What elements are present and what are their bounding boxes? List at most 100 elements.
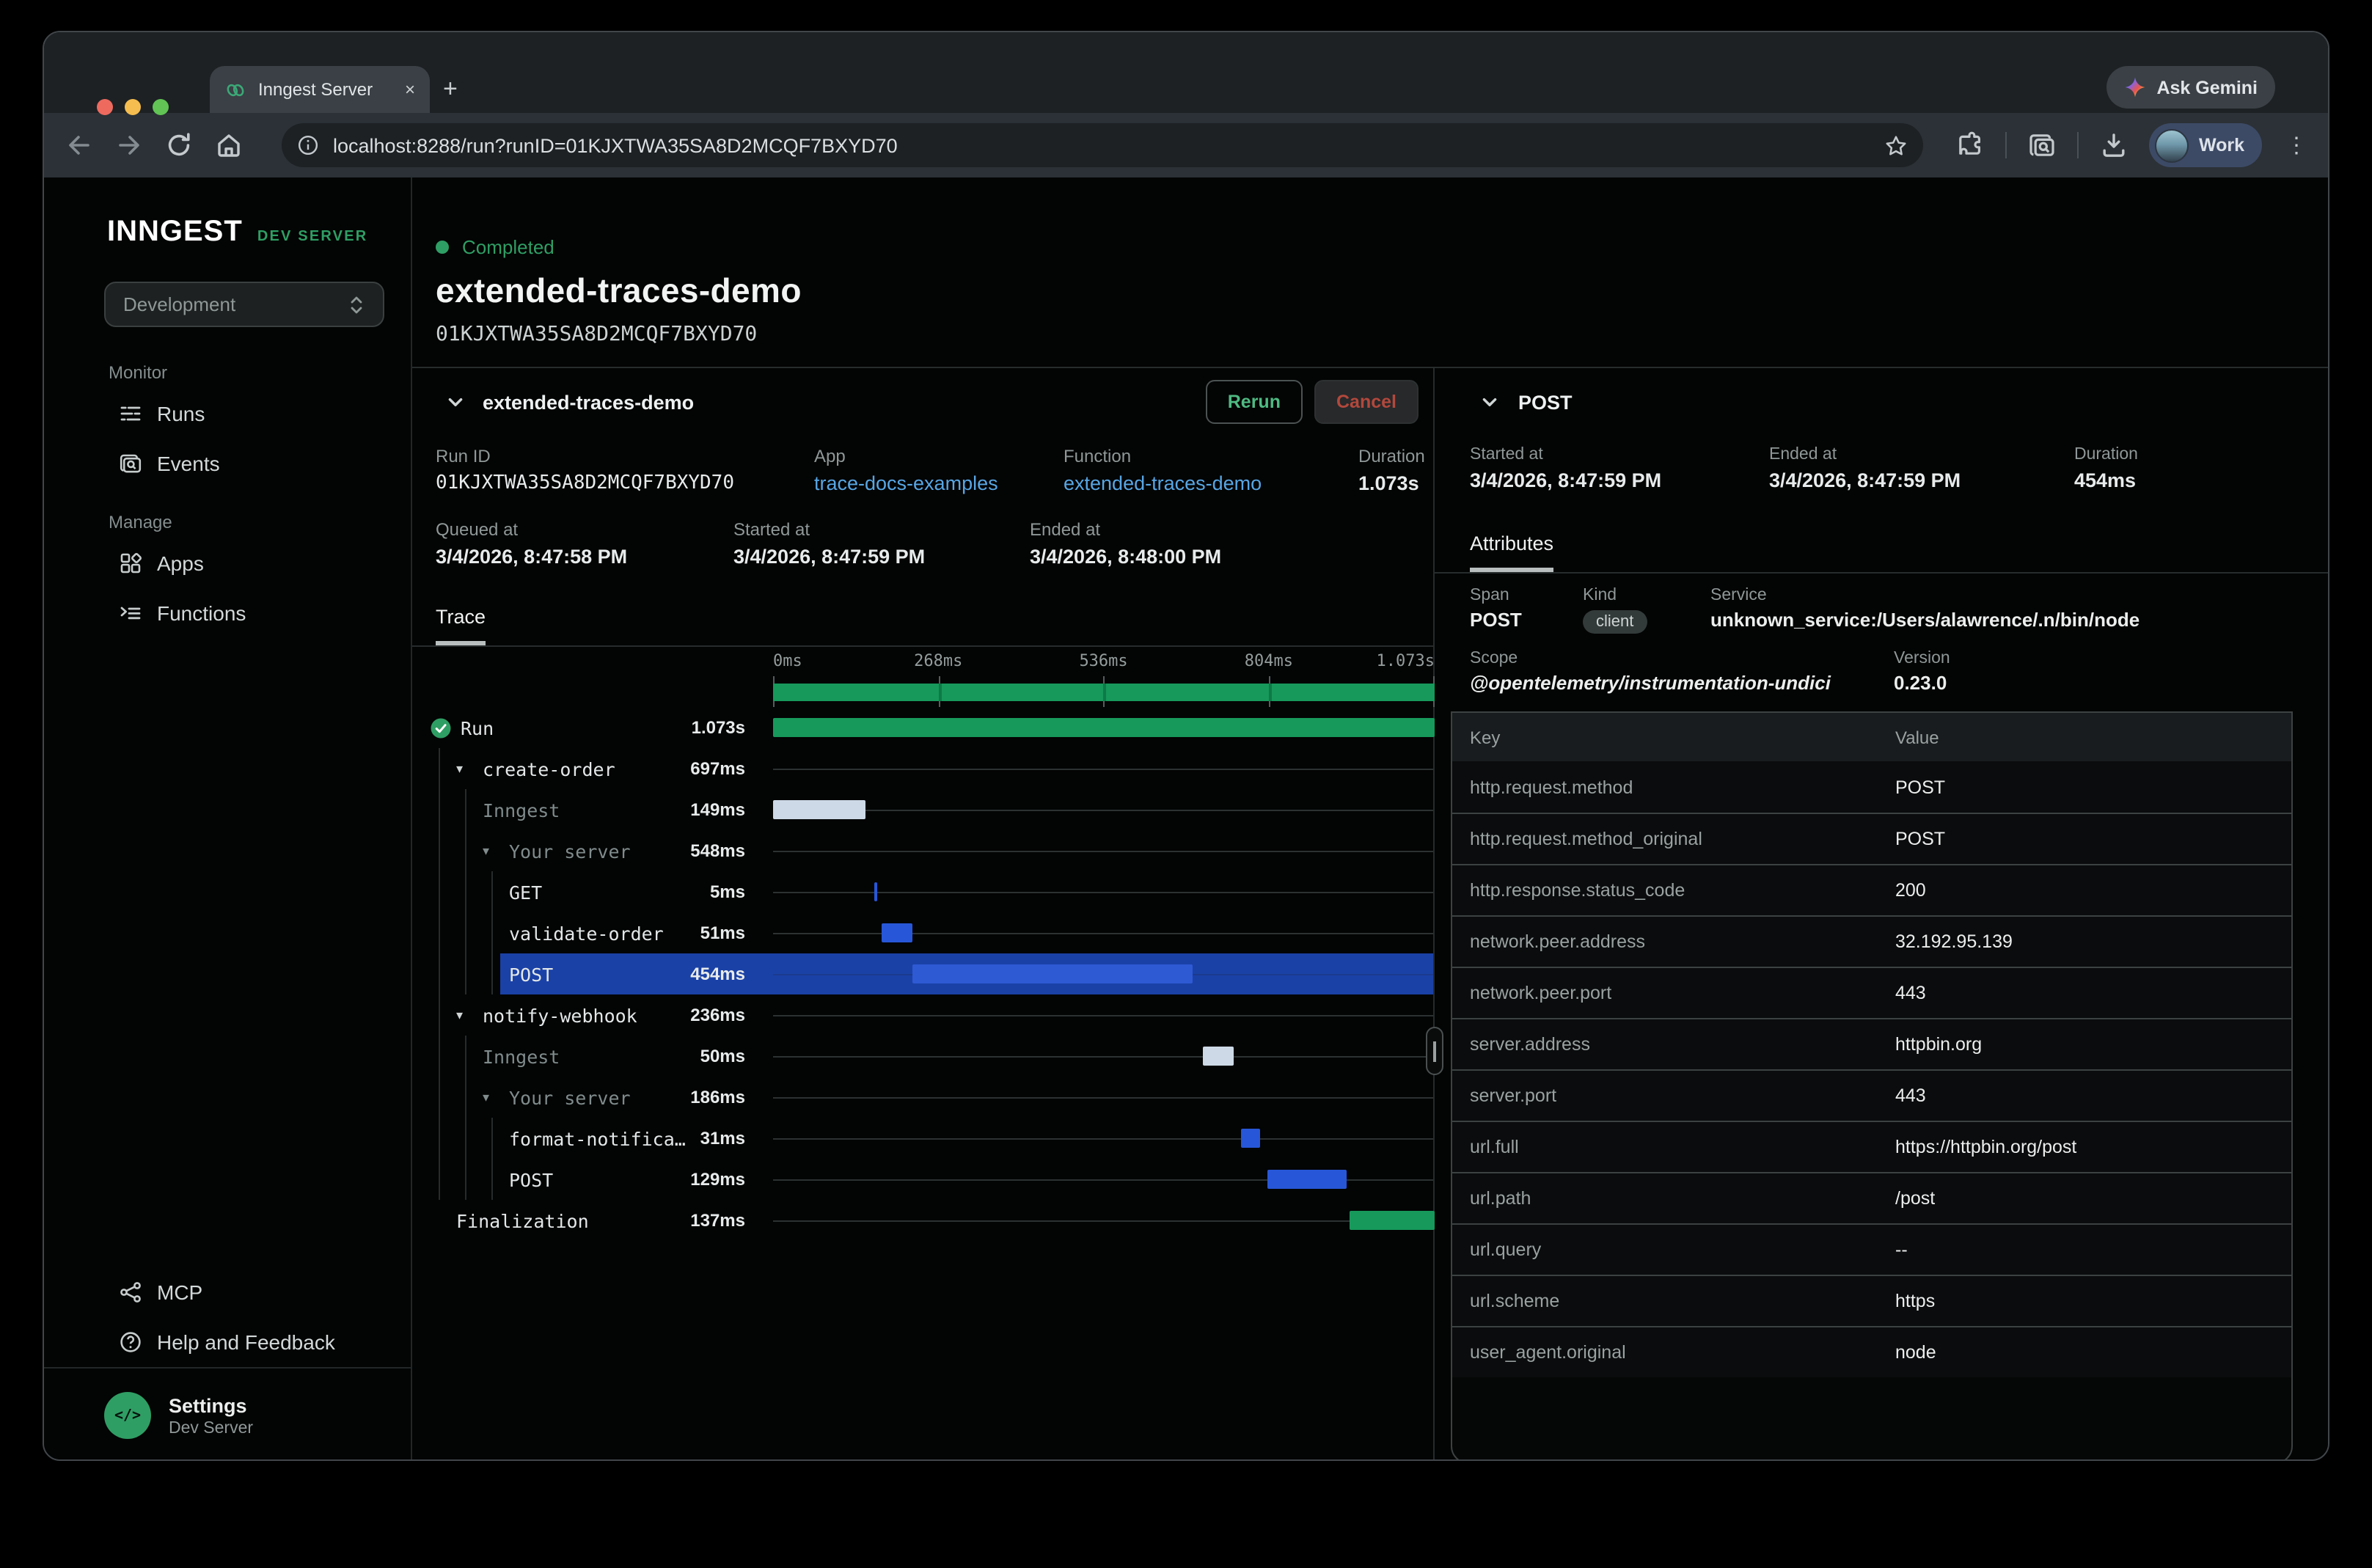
span-duration: 236ms [690, 1005, 773, 1025]
trace-row-your-server[interactable]: ▾Your server186ms [412, 1077, 1433, 1118]
trace-row-your-server[interactable]: ▾Your server548ms [412, 830, 1433, 871]
trace-row-inngest[interactable]: Inngest50ms [412, 1036, 1433, 1077]
reload-icon[interactable] [164, 131, 194, 160]
browser-menu-icon[interactable]: ⋮ [2283, 132, 2310, 158]
browser-profile-chip[interactable]: Work [2149, 123, 2262, 167]
span-bar[interactable] [882, 923, 913, 942]
trace-row-format-notifica-[interactable]: format-notifica…31ms [412, 1118, 1433, 1159]
chevron-down-icon[interactable] [1480, 392, 1499, 411]
attribute-row[interactable]: user_agent.originalnode [1452, 1326, 2291, 1377]
sidebar-nav: MonitorRunsEventsManageAppsFunctions [44, 362, 411, 638]
attribute-value: -- [1895, 1239, 2274, 1260]
collapse-caret-icon[interactable]: ▾ [483, 1089, 500, 1105]
panel-resize-handle[interactable] [1426, 1027, 1443, 1075]
trace-row-run[interactable]: Run1.073s [412, 707, 1433, 748]
collapse-caret-icon[interactable]: ▾ [456, 761, 474, 777]
meta-value-link[interactable]: trace-docs-examples [814, 472, 1064, 494]
span-duration: 51ms [700, 923, 773, 943]
axis-tick-label: 1.073s [1377, 651, 1435, 670]
back-icon[interactable] [65, 131, 94, 160]
trace-row-notify-webhook[interactable]: ▾notify-webhook236ms [412, 994, 1433, 1036]
trace-row-finalization[interactable]: Finalization137ms [412, 1200, 1433, 1241]
environment-select[interactable]: Development [104, 282, 384, 327]
meta-field: Functionextended-traces-demo [1064, 446, 1358, 494]
attribute-row[interactable]: http.response.status_code200 [1452, 864, 2291, 915]
version-value: 0.23.0 [1894, 672, 2328, 694]
axis-tick-label: 268ms [914, 651, 962, 670]
new-tab-button[interactable]: + [443, 73, 458, 106]
attribute-row[interactable]: url.fullhttps://httpbin.org/post [1452, 1121, 2291, 1172]
sidebar-item-events[interactable]: Events [44, 439, 411, 488]
span-name: POST [509, 963, 553, 985]
span-duration: 548ms [690, 840, 773, 861]
attribute-row[interactable]: http.request.methodPOST [1452, 761, 2291, 813]
span-bar[interactable] [1350, 1211, 1434, 1230]
attribute-row[interactable]: http.request.method_originalPOST [1452, 813, 2291, 864]
minimize-window-button[interactable] [125, 99, 141, 115]
tab-search-icon[interactable] [2027, 131, 2057, 160]
span-name: create-order [483, 758, 615, 780]
meta-value-link[interactable]: extended-traces-demo [1064, 472, 1358, 494]
trace-row-post[interactable]: POST 454ms [412, 953, 1433, 994]
span-bar[interactable] [773, 718, 1435, 737]
sidebar-item-runs[interactable]: Runs [44, 389, 411, 439]
minimap-divider [1104, 684, 1107, 701]
sidebar-item-mcp[interactable]: MCP [44, 1267, 411, 1317]
timeline-track [773, 1014, 1433, 1016]
site-info-icon[interactable] [296, 133, 320, 157]
browser-window: Inngest Server × + [43, 31, 2329, 1461]
tab-attributes[interactable]: Attributes [1470, 532, 1553, 572]
chevron-down-icon[interactable] [446, 392, 465, 411]
ask-gemini-label: Ask Gemini [2156, 77, 2258, 98]
forward-icon[interactable] [114, 131, 144, 160]
address-bar[interactable]: localhost:8288/run?runID=01KJXTWA35SA8D2… [282, 123, 1923, 167]
extensions-icon[interactable] [1955, 131, 1985, 160]
bookmark-star-icon[interactable] [1884, 133, 1908, 158]
span-bar[interactable] [1242, 1129, 1261, 1148]
span-duration: 697ms [690, 758, 773, 779]
sidebar-item-help-and-feedback[interactable]: Help and Feedback [44, 1317, 411, 1367]
attribute-row[interactable]: url.schemehttps [1452, 1275, 2291, 1326]
close-window-button[interactable] [97, 99, 113, 115]
attribute-row[interactable]: url.query-- [1452, 1223, 2291, 1275]
meta-label: Run ID [436, 446, 814, 466]
span-bar[interactable] [1267, 1170, 1346, 1189]
cancel-button[interactable]: Cancel [1314, 380, 1419, 424]
attribute-row[interactable]: url.path/post [1452, 1172, 2291, 1223]
url-text[interactable]: localhost:8288/run?runID=01KJXTWA35SA8D2… [333, 134, 1870, 156]
sidebar-item-functions[interactable]: Functions [44, 588, 411, 638]
collapse-caret-icon[interactable]: ▾ [456, 1007, 474, 1023]
trace-row-get[interactable]: GET5ms [412, 871, 1433, 912]
sidebar-item-settings[interactable]: </> Settings Dev Server [44, 1369, 411, 1461]
attribute-row[interactable]: network.peer.address32.192.95.139 [1452, 915, 2291, 967]
span-bar[interactable] [1204, 1047, 1234, 1066]
meta-label: Duration [1358, 446, 1433, 466]
run-meta-row-1: Run ID01KJXTWA35SA8D2MCQF7BXYD70Apptrace… [412, 446, 1433, 494]
attribute-row[interactable]: server.addresshttpbin.org [1452, 1018, 2291, 1069]
home-icon[interactable] [214, 131, 244, 160]
attribute-row[interactable]: network.peer.port443 [1452, 967, 2291, 1018]
rerun-button[interactable]: Rerun [1206, 380, 1303, 424]
trace-row-validate-order[interactable]: validate-order51ms [412, 912, 1433, 953]
maximize-window-button[interactable] [153, 99, 169, 115]
ask-gemini-button[interactable]: Ask Gemini [2106, 66, 2275, 109]
attribute-row[interactable]: server.port443 [1452, 1069, 2291, 1121]
attribute-key: url.path [1470, 1188, 1895, 1209]
status-dot-icon [436, 241, 449, 254]
inngest-logo: INNGEST [107, 216, 243, 249]
trace-row-create-order[interactable]: ▾ create-order 697ms [412, 748, 1433, 789]
collapse-caret-icon[interactable]: ▾ [483, 843, 500, 859]
timeline-minimap[interactable] [773, 676, 1435, 707]
sidebar-item-apps[interactable]: Apps [44, 538, 411, 588]
browser-tab[interactable]: Inngest Server × [210, 66, 430, 113]
span-bar[interactable] [912, 964, 1193, 983]
span-bar[interactable] [773, 800, 865, 819]
trace-row-inngest[interactable]: Inngest149ms [412, 789, 1433, 830]
span-bar[interactable] [875, 882, 878, 901]
close-tab-icon[interactable]: × [405, 79, 415, 100]
span-duration: 454ms [690, 964, 773, 984]
span-name: POST [509, 1168, 553, 1190]
tab-trace[interactable]: Trace [436, 606, 486, 645]
download-icon[interactable] [2099, 131, 2128, 160]
trace-row-post[interactable]: POST129ms [412, 1159, 1433, 1200]
